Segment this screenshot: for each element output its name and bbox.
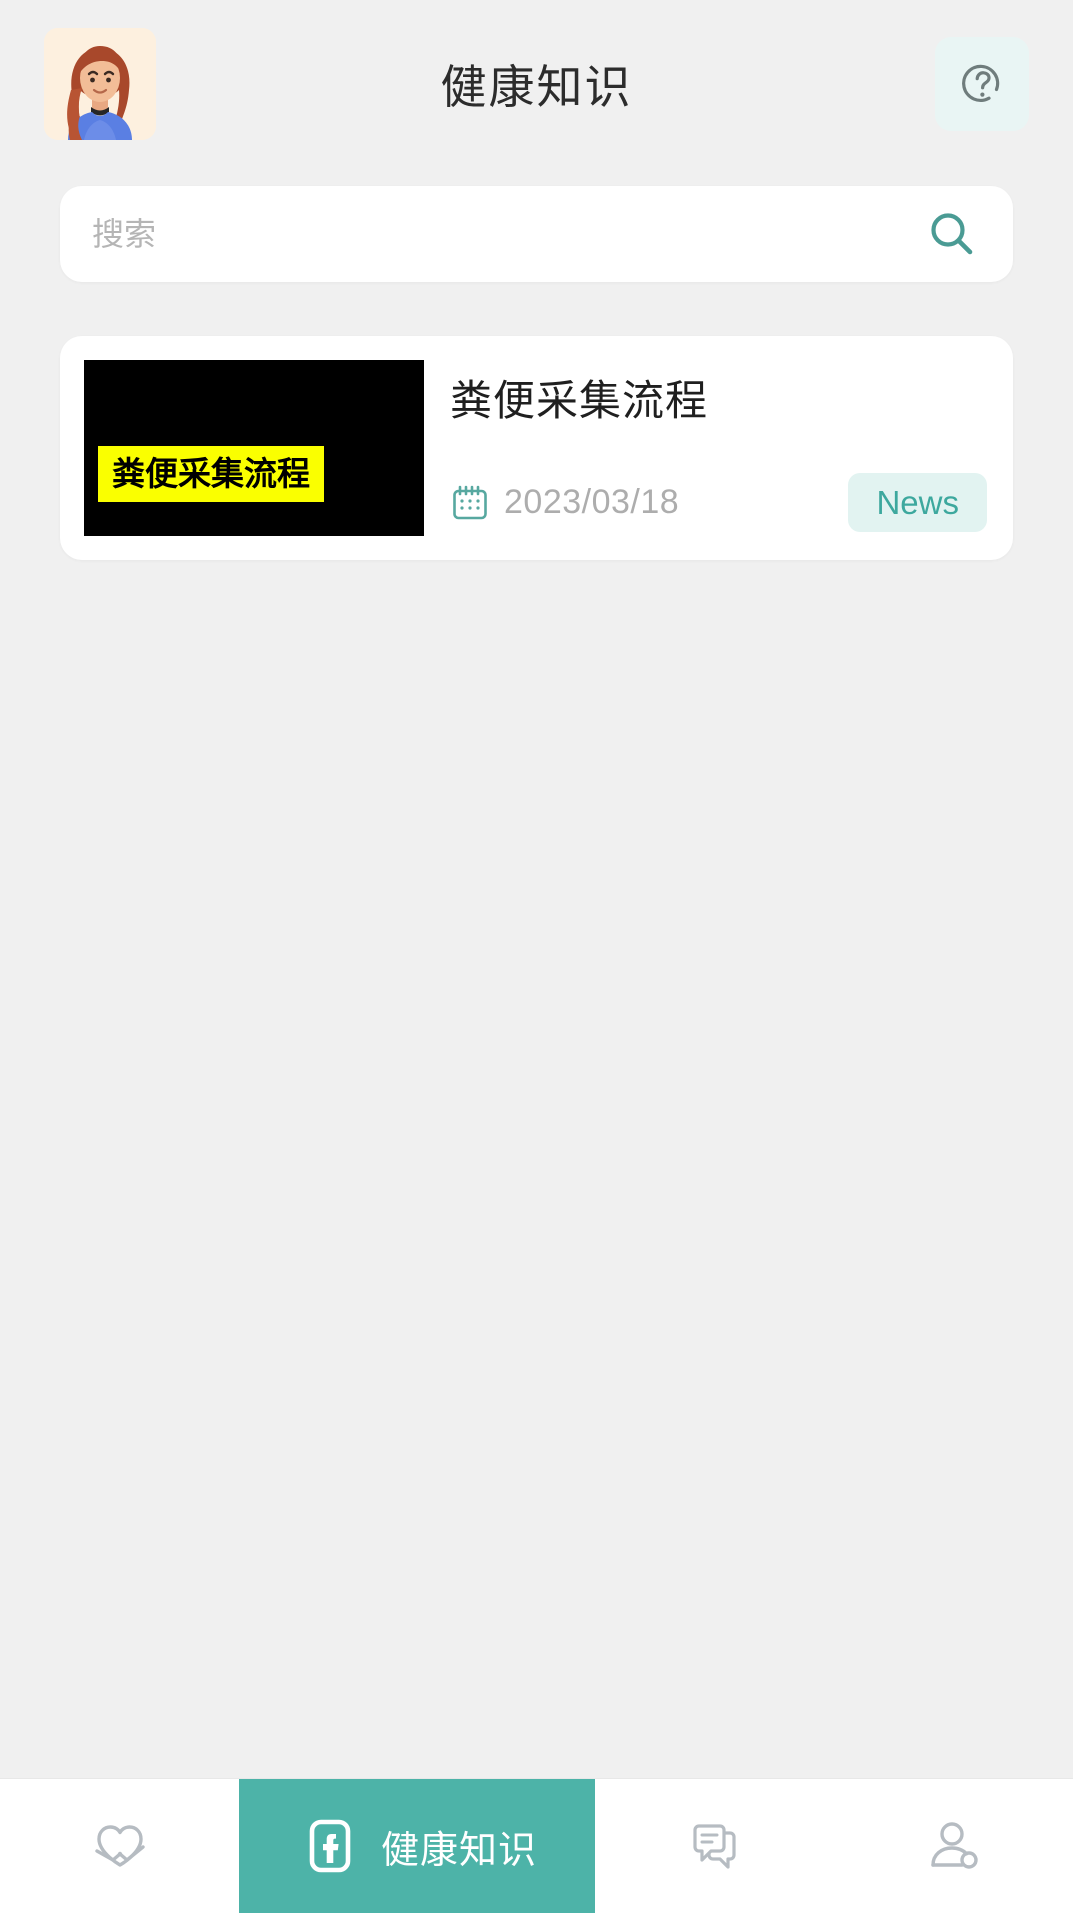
- help-button[interactable]: [935, 37, 1029, 131]
- nav-item-profile[interactable]: [834, 1779, 1073, 1913]
- bottom-navigation: 健康知识: [0, 1778, 1073, 1913]
- avatar[interactable]: [44, 28, 156, 140]
- nav-item-health[interactable]: [0, 1779, 239, 1913]
- article-meta: 2023/03/18 News: [450, 473, 987, 536]
- article-date: 2023/03/18: [504, 483, 680, 521]
- article-tag-badge[interactable]: News: [848, 473, 987, 532]
- search-bar[interactable]: [60, 186, 1013, 282]
- app-header: 健康知识: [0, 0, 1073, 168]
- article-card[interactable]: 粪便采集流程 粪便采集流程 2023/03/18 News: [60, 336, 1013, 560]
- search-input[interactable]: [92, 186, 911, 282]
- article-thumbnail: 粪便采集流程: [84, 360, 424, 536]
- article-body: 粪便采集流程 2023/03/18 News: [450, 360, 987, 536]
- calendar-icon: [450, 483, 490, 523]
- search-button[interactable]: [911, 207, 979, 261]
- article-list: 粪便采集流程 粪便采集流程 2023/03/18 News: [60, 336, 1013, 560]
- article-title: 粪便采集流程: [450, 377, 709, 424]
- user-avatar-illustration: [44, 28, 156, 140]
- phone-f-icon: [297, 1813, 363, 1879]
- app-root: 健康知识 粪便采集流程: [0, 0, 1073, 1913]
- nav-item-label-health-knowledge: 健康知识: [380, 1829, 537, 1872]
- main-content: 粪便采集流程 粪便采集流程: [0, 168, 1073, 1778]
- chat-bubbles-icon: [682, 1813, 748, 1879]
- user-profile-icon: [921, 1813, 987, 1879]
- nav-item-messages[interactable]: [595, 1779, 834, 1913]
- heart-pulse-icon: [87, 1813, 153, 1879]
- search-icon: [931, 213, 973, 255]
- thumbnail-banner-text: 粪便采集流程: [98, 446, 324, 502]
- page-title: 健康知识: [440, 61, 633, 113]
- nav-item-health-knowledge[interactable]: 健康知识: [239, 1779, 595, 1913]
- question-mark-circle-icon: [962, 64, 1000, 102]
